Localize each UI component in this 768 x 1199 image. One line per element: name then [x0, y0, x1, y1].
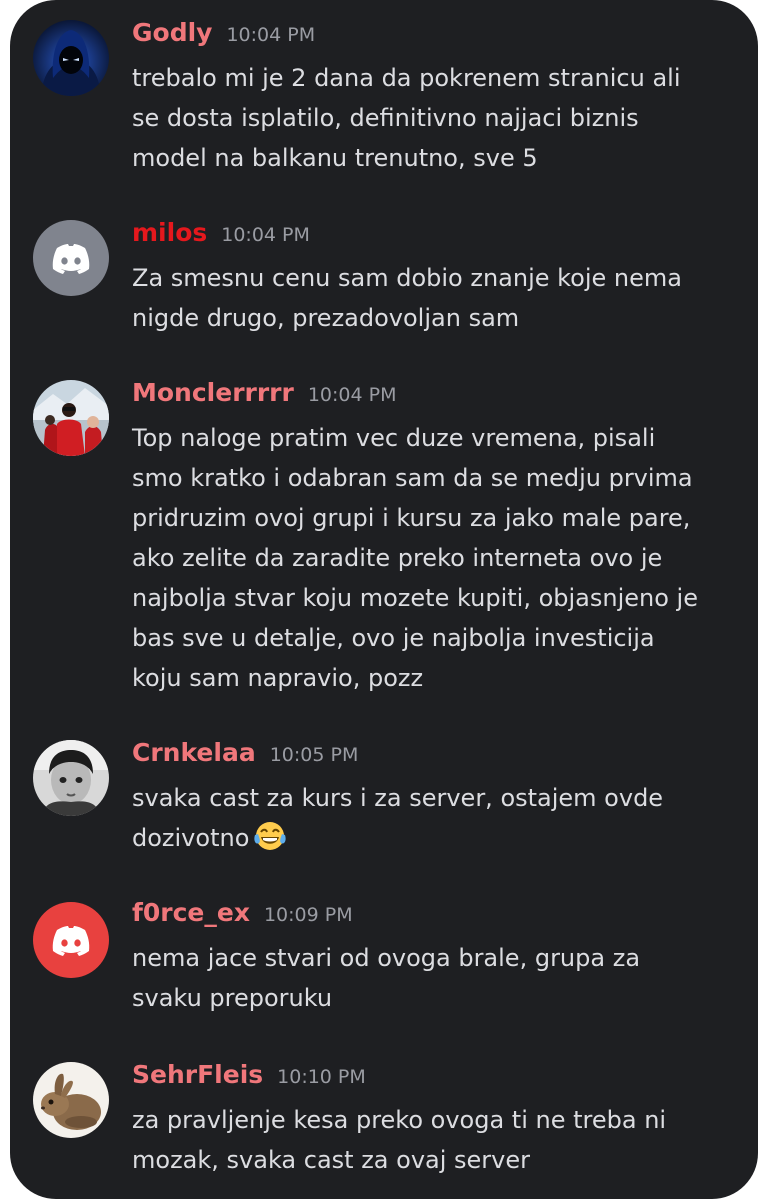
username[interactable]: milos — [132, 218, 207, 247]
message-header: Godly 10:04 PM — [132, 18, 315, 47]
tears-of-joy-emoji-icon — [254, 822, 287, 850]
timestamp: 10:05 PM — [269, 744, 359, 766]
rabbit-photo-avatar[interactable] — [33, 1062, 109, 1138]
message-line: nigde drugo, prezadovoljan sam — [132, 304, 520, 332]
message-line: Top naloge pratim vec duze vremena, pisa… — [132, 424, 656, 452]
message-text: trebalo mi je 2 dana da pokrenem stranic… — [132, 58, 742, 178]
message-line: se dosta isplatilo, definitivno najjaci … — [132, 104, 639, 132]
message-line-with-emoji: dozivotno — [132, 818, 742, 858]
timestamp: 10:04 PM — [226, 24, 316, 46]
message-text: Za smesnu cenu sam dobio znanje koje nem… — [132, 258, 742, 338]
message-line: Za smesnu cenu sam dobio znanje koje nem… — [132, 264, 682, 292]
message-line: bas sve u detalje, ovo je najbolja inves… — [132, 624, 655, 652]
discord-logo-icon — [52, 926, 90, 956]
timestamp: 10:10 PM — [277, 1066, 366, 1088]
message-line: model na balkanu trenutno, sve 5 — [132, 144, 538, 172]
message-line: nema jace stvari od ovoga brale, grupa z… — [132, 944, 641, 972]
message-line: svaku preporuku — [132, 984, 333, 1012]
timestamp: 10:04 PM — [307, 384, 397, 406]
message-text: Top naloge pratim vec duze vremena, pisa… — [132, 418, 742, 698]
message-line: za pravljenje kesa preko ovoga ti ne tre… — [132, 1106, 667, 1134]
username[interactable]: Crnkelaa — [132, 738, 256, 767]
username[interactable]: Godly — [132, 18, 212, 47]
discord-logo-icon — [52, 244, 90, 274]
message-line: mozak, svaka cast za ovaj server — [132, 1146, 530, 1174]
message-line: dozivotno — [132, 824, 250, 852]
message-header: SehrFleis 10:10 PM — [132, 1060, 366, 1089]
message-line: koju sam napravio, pozz — [132, 664, 424, 692]
message-line: pridruzim ovoj grupi i kursu za jako mal… — [132, 504, 691, 532]
message-line: trebalo mi je 2 dana da pokrenem stranic… — [132, 64, 681, 92]
child-bw-photo-avatar[interactable] — [33, 740, 109, 816]
discord-default-red-avatar[interactable] — [33, 902, 109, 978]
message-text: svaka cast za kurs i za server, ostajem … — [132, 778, 742, 858]
username[interactable]: f0rce_ex — [132, 898, 250, 927]
username[interactable]: Monclerrrrr — [132, 378, 294, 407]
discord-default-grey-avatar[interactable] — [33, 220, 109, 296]
timestamp: 10:04 PM — [221, 224, 310, 246]
hooded-figure-avatar[interactable] — [33, 20, 109, 96]
chat-panel: Godly 10:04 PM trebalo mi je 2 dana da po… — [10, 0, 758, 1199]
message-text: nema jace stvari od ovoga brale, grupa z… — [132, 938, 742, 1018]
message-header: milos 10:04 PM — [132, 218, 310, 247]
message-line: ako zelite da zaradite preko interneta o… — [132, 544, 663, 572]
message-line: smo kratko i odabran sam da se medju prv… — [132, 464, 693, 492]
message-line: svaka cast za kurs i za server, ostajem … — [132, 784, 664, 812]
message-header: Monclerrrrr 10:04 PM — [132, 378, 397, 407]
message-line: najbolja stvar koju mozete kupiti, objas… — [132, 584, 698, 612]
message-text: za pravljenje kesa preko ovoga ti ne tre… — [132, 1100, 742, 1180]
username[interactable]: SehrFleis — [132, 1060, 263, 1089]
message-header: f0rce_ex 10:09 PM — [132, 898, 353, 927]
message-header: Crnkelaa 10:05 PM — [132, 738, 358, 767]
timestamp: 10:09 PM — [263, 904, 353, 926]
red-jackets-photo-avatar[interactable] — [33, 380, 109, 456]
